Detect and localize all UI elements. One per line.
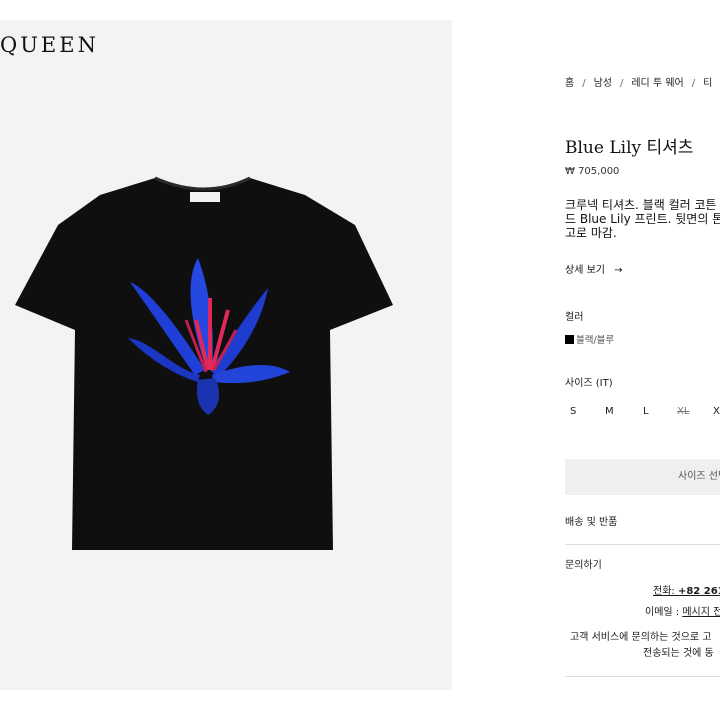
breadcrumb-tshirts[interactable]: 티 [703, 78, 712, 89]
product-title: Blue Lily 티셔츠 [565, 138, 694, 158]
breadcrumb-men[interactable]: 남성 [594, 78, 612, 89]
divider [565, 676, 720, 677]
arrow-right-icon: → [614, 265, 623, 276]
size-xl[interactable]: XL [677, 406, 689, 417]
tshirt-product-image[interactable] [0, 170, 452, 570]
description-line: 고로 마감. [565, 226, 617, 240]
size-label: 사이즈 (IT) [565, 378, 613, 389]
size-m[interactable]: M [605, 406, 614, 417]
breadcrumb-home[interactable]: 홈 [565, 78, 574, 89]
email-contact[interactable]: 이메일 : 메시지 전 [645, 603, 720, 618]
product-image-panel [0, 20, 452, 690]
consent-note-line: 고객 서비스에 문의하는 것으로 고 [570, 632, 712, 643]
size-xx[interactable]: X [713, 406, 720, 417]
consent-note-line: 전송되는 것에 동 [643, 648, 714, 659]
view-details-link[interactable]: 상세 보기 → [565, 261, 623, 276]
product-details: 홈 / 남성 / 레디 투 웨어 / 티 Blue Lily 티셔츠 ₩ 705,000 크… [565, 0, 720, 720]
description-line: 크루넥 티셔츠. 블랙 컬러 코튼 [565, 198, 717, 212]
description-line: 드 Blue Lily 프린트. 뒷면의 톤 [565, 212, 720, 226]
brand-logo[interactable]: QUEEN [0, 33, 99, 57]
size-l[interactable]: L [643, 406, 649, 417]
color-swatch [565, 335, 574, 344]
shipping-returns-link[interactable]: 배송 및 반품 [565, 513, 617, 528]
color-option[interactable]: 블랙/블루 [565, 332, 614, 346]
neck-label [190, 192, 220, 202]
breadcrumb-ready-to-wear[interactable]: 레디 투 웨어 [631, 78, 683, 89]
color-label: 컬러 [565, 312, 584, 323]
select-size-button[interactable]: 사이즈 선택 [565, 459, 720, 495]
phone-contact[interactable]: 전화: +82 2610 [653, 582, 720, 597]
inquiry-heading: 문의하기 [565, 560, 602, 571]
divider [565, 544, 720, 545]
size-s[interactable]: S [570, 406, 576, 417]
product-price: ₩ 705,000 [565, 166, 620, 177]
breadcrumb: 홈 / 남성 / 레디 투 웨어 / 티 [565, 78, 713, 89]
product-description: 크루넥 티셔츠. 블랙 컬러 코튼 드 Blue Lily 프린트. 뒷면의 톤… [565, 198, 720, 240]
